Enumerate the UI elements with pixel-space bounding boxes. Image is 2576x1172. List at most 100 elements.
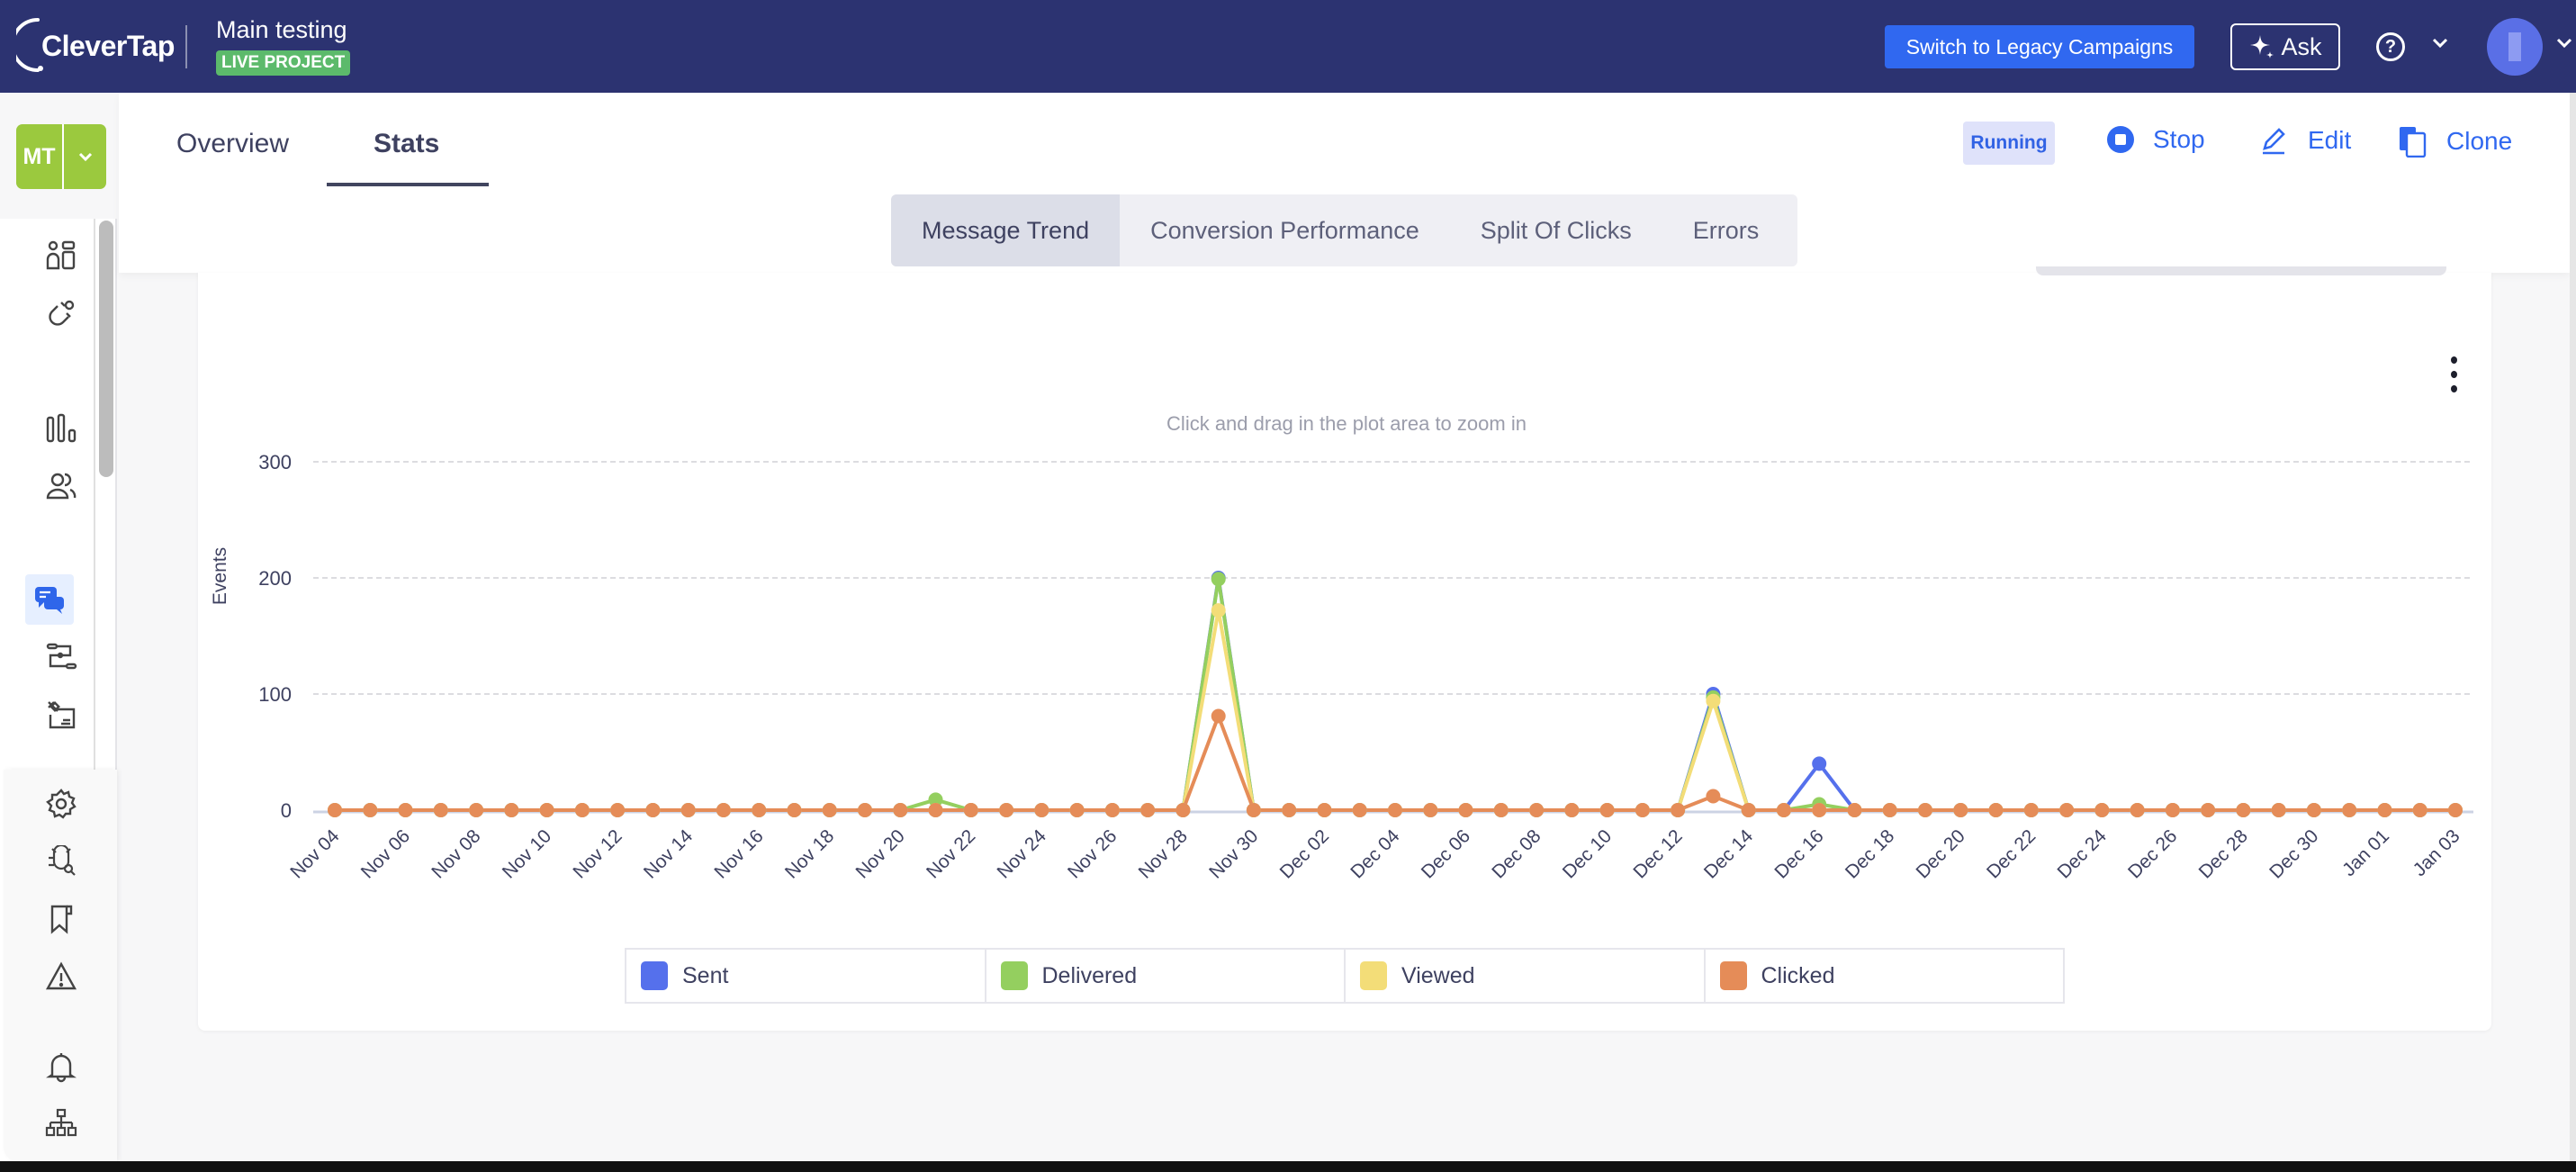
data-point-clicked <box>1564 803 1580 817</box>
data-point-clicked <box>680 803 696 817</box>
x-tick-label: Nov 26 <box>1064 825 1121 882</box>
data-point-clicked <box>1175 803 1191 817</box>
data-point-clicked <box>2023 803 2039 817</box>
x-tick-label: Dec 10 <box>1559 825 1616 882</box>
data-point-clicked <box>1671 803 1686 817</box>
data-point-clicked <box>539 803 554 817</box>
x-tick-label: Dec 02 <box>1276 825 1333 882</box>
legend-swatch-viewed <box>1360 961 1387 990</box>
data-point-clicked <box>1140 803 1156 817</box>
data-point-clicked <box>1918 803 1932 817</box>
x-tick-label: Nov 30 <box>1205 825 1262 882</box>
legend-swatch-delivered <box>1000 961 1028 990</box>
data-point-clicked <box>1635 803 1650 817</box>
x-tick-label: Nov 28 <box>1135 825 1192 882</box>
data-point-clicked <box>716 803 731 817</box>
y-tick-label: 100 <box>258 683 292 706</box>
data-point-clicked <box>822 803 837 817</box>
data-point-clicked <box>1599 803 1615 817</box>
legend-item-sent[interactable]: Sent <box>626 950 986 1002</box>
x-tick-label: Dec 22 <box>1983 825 2040 882</box>
data-point-clicked <box>645 803 661 817</box>
x-tick-label: Dec 14 <box>1700 825 1758 883</box>
data-point-clicked <box>2448 803 2463 817</box>
x-tick-label: Nov 18 <box>781 825 838 882</box>
data-point-clicked <box>1211 708 1226 724</box>
y-tick-label: 200 <box>258 567 292 590</box>
x-tick-label: Dec 16 <box>1770 825 1827 882</box>
data-point-viewed <box>1211 603 1226 618</box>
x-tick-label: Nov 06 <box>357 825 414 882</box>
data-point-clicked <box>1104 803 1120 817</box>
data-point-clicked <box>1953 803 1968 817</box>
legend-label: Delivered <box>1041 962 1138 988</box>
y-tick-label: 0 <box>281 799 292 822</box>
data-point-clicked <box>1529 803 1545 817</box>
x-tick-label: Dec 26 <box>2124 825 2181 882</box>
legend-label: Clicked <box>1761 962 1835 988</box>
data-point-clicked <box>1741 803 1756 817</box>
x-tick-label: Nov 22 <box>923 825 979 882</box>
data-point-clicked <box>2059 803 2075 817</box>
legend-swatch-sent <box>641 961 668 990</box>
data-point-clicked <box>2271 803 2286 817</box>
data-point-clicked <box>610 803 626 817</box>
data-point-clicked <box>1882 803 1897 817</box>
data-point-clicked <box>858 803 872 817</box>
legend-item-clicked[interactable]: Clicked <box>1706 950 2064 1002</box>
data-point-clicked <box>1847 803 1862 817</box>
data-point-delivered <box>1211 572 1226 587</box>
data-point-clicked <box>1458 803 1473 817</box>
x-tick-label: Nov 04 <box>286 825 344 883</box>
x-tick-label: Nov 10 <box>499 825 555 882</box>
data-point-clicked <box>787 803 802 817</box>
data-point-clicked <box>1034 803 1049 817</box>
legend-item-viewed[interactable]: Viewed <box>1346 950 1706 1002</box>
x-tick-label: Nov 08 <box>428 825 484 882</box>
x-tick-label: Jan 03 <box>2409 825 2464 880</box>
data-point-viewed <box>1706 693 1721 708</box>
data-point-clicked <box>2306 803 2321 817</box>
data-point-clicked <box>893 803 908 817</box>
data-point-clicked <box>928 803 943 817</box>
data-point-clicked <box>2236 803 2251 817</box>
x-tick-label: Dec 06 <box>1418 825 1474 882</box>
data-point-clicked <box>2342 803 2357 817</box>
x-tick-label: Nov 16 <box>710 825 767 882</box>
chart-legend: Sent Delivered Viewed Clicked <box>625 948 2065 1004</box>
data-point-clicked <box>2094 803 2110 817</box>
x-tick-label: Dec 28 <box>2195 825 2252 882</box>
data-point-clicked <box>574 803 590 817</box>
data-point-clicked <box>1352 803 1367 817</box>
data-point-clicked <box>398 803 413 817</box>
x-tick-label: Nov 24 <box>994 825 1051 883</box>
data-point-clicked <box>2165 803 2180 817</box>
y-tick-label: 300 <box>258 451 292 473</box>
data-point-clicked <box>1812 803 1827 817</box>
x-tick-label: Dec 12 <box>1629 825 1686 882</box>
x-tick-label: Dec 08 <box>1488 825 1545 882</box>
data-point-clicked <box>2130 803 2145 817</box>
data-point-clicked <box>2377 803 2392 817</box>
x-tick-label: Dec 30 <box>2265 825 2322 882</box>
data-point-clicked <box>1246 803 1261 817</box>
data-point-clicked <box>469 803 484 817</box>
x-tick-label: Dec 20 <box>1912 825 1968 882</box>
data-point-clicked <box>1388 803 1402 817</box>
x-tick-label: Nov 20 <box>851 825 908 882</box>
x-tick-label: Dec 04 <box>1347 825 1404 883</box>
data-point-clicked <box>1282 803 1297 817</box>
legend-label: Sent <box>682 962 729 988</box>
data-point-clicked <box>1317 803 1332 817</box>
data-point-clicked <box>2412 803 2427 817</box>
x-tick-label: Nov 14 <box>640 825 698 883</box>
legend-item-delivered[interactable]: Delivered <box>986 950 1346 1002</box>
legend-label: Viewed <box>1401 962 1475 988</box>
series-line-viewed <box>335 609 2455 812</box>
data-point-clicked <box>328 803 342 817</box>
data-point-clicked <box>1776 803 1791 817</box>
x-tick-label: Jan 01 <box>2338 825 2393 880</box>
legend-swatch-clicked <box>1719 961 1747 990</box>
data-point-sent <box>1812 756 1827 771</box>
page-scrollbar-track[interactable] <box>2570 93 2576 1161</box>
